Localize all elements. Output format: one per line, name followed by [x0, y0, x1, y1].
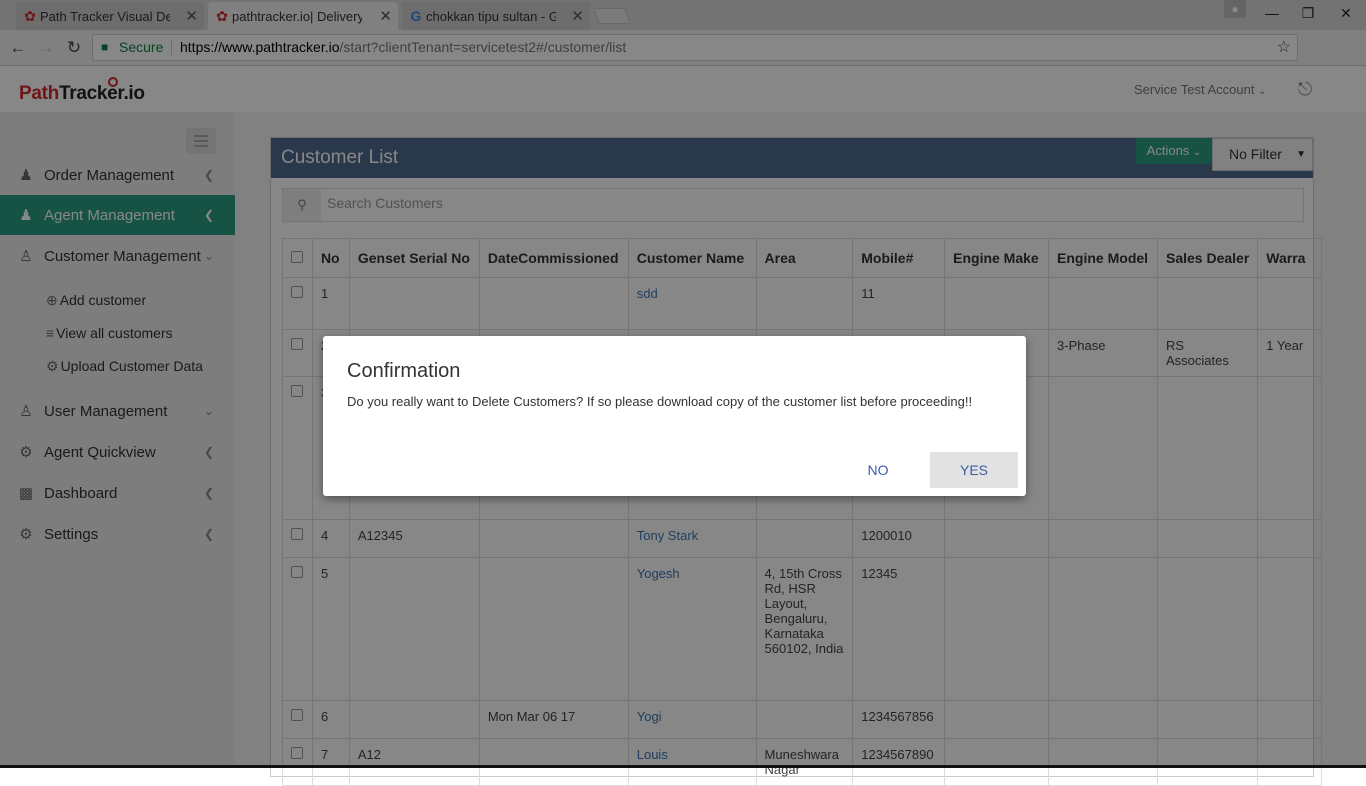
yes-button[interactable]: YES	[930, 452, 1018, 488]
dialog-title: Confirmation	[347, 360, 461, 382]
no-button[interactable]: NO	[853, 452, 903, 488]
confirmation-dialog: Confirmation Do you really want to Delet…	[323, 336, 1026, 496]
dialog-message: Do you really want to Delete Customers? …	[347, 394, 973, 409]
